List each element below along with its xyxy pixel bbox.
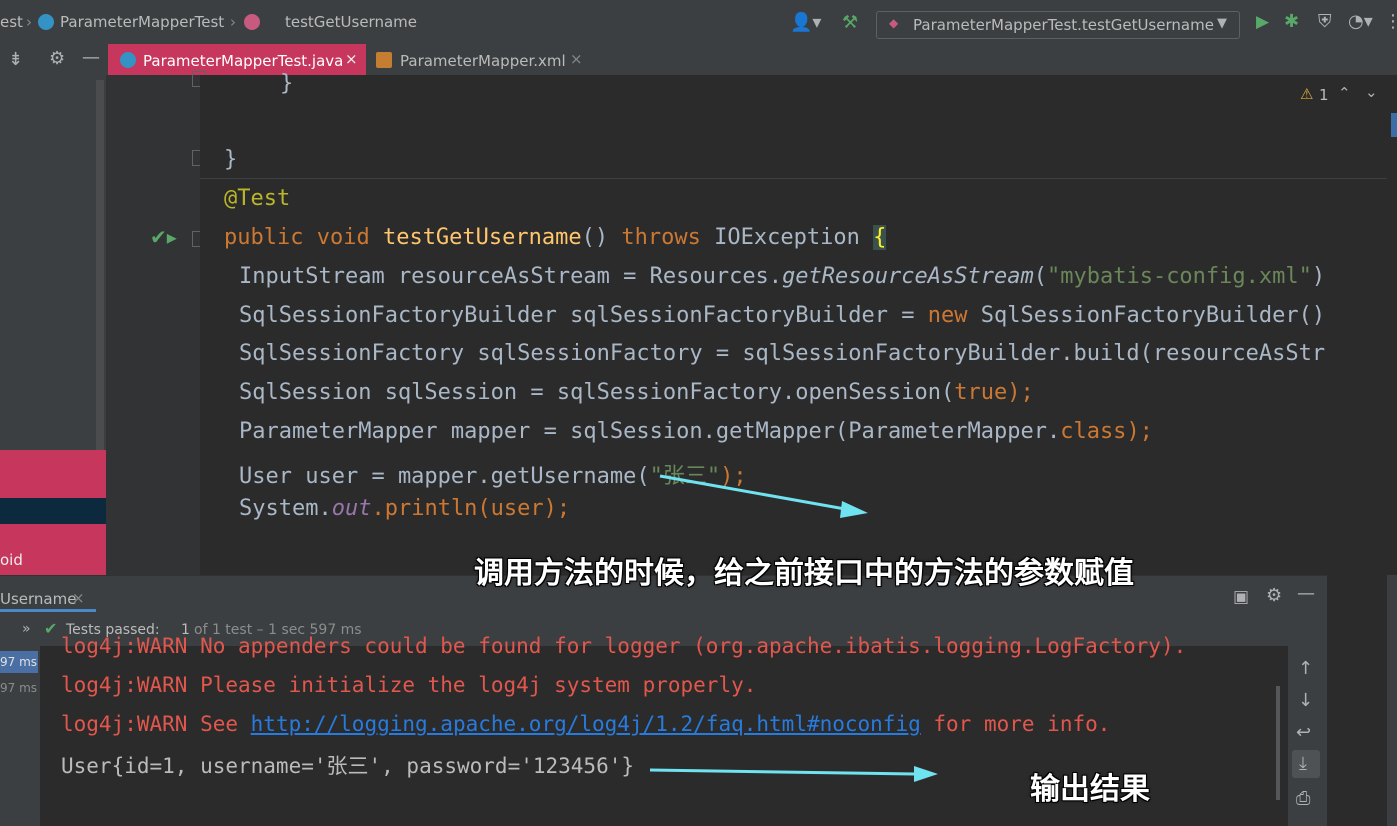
- arrow-line: [649, 768, 916, 776]
- annotation-text: 调用方法的时候，给之前接口中的方法的参数赋值: [474, 556, 1134, 591]
- arrow-head: [914, 766, 938, 782]
- arrow-line: [659, 474, 846, 511]
- arrow-head: [840, 501, 868, 518]
- annotation-text: 输出结果: [1030, 772, 1150, 807]
- annotation-arrows: [649, 474, 938, 782]
